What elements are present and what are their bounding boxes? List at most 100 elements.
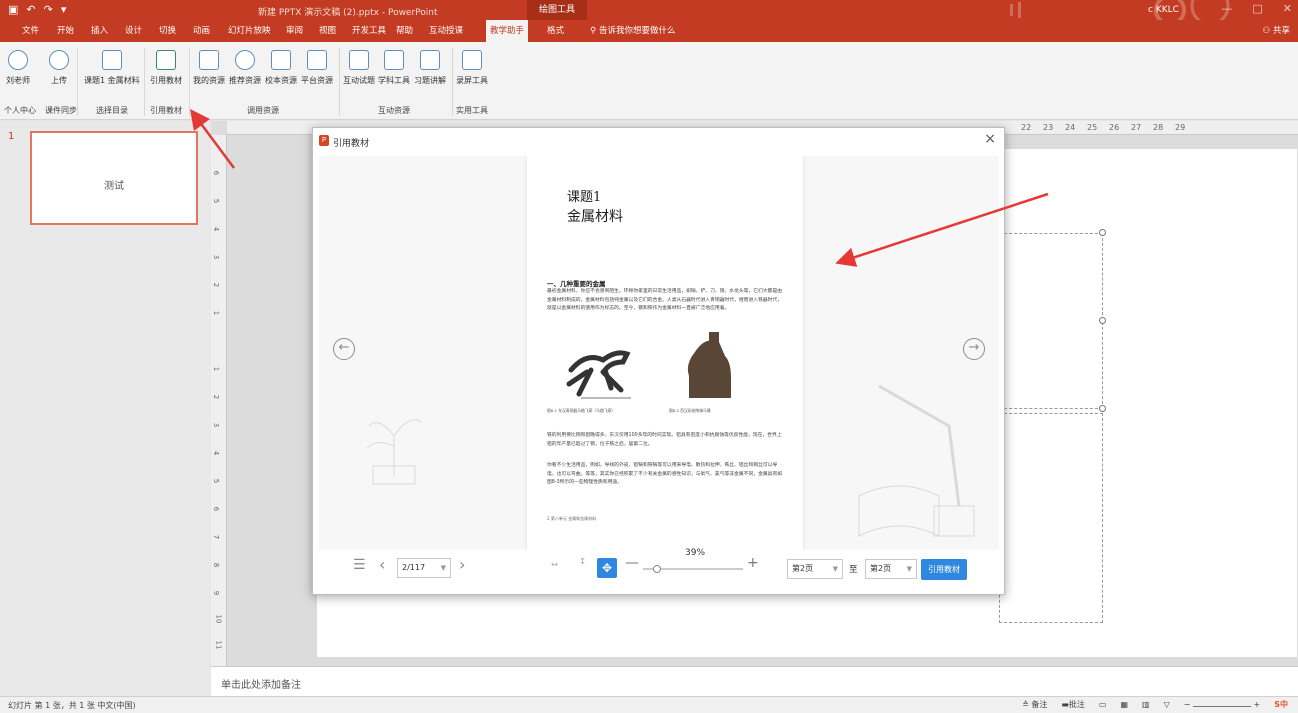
ruler-label: 4 [212,226,221,232]
tab-help[interactable]: 帮助 [392,20,417,42]
redo-icon[interactable]: ↷ [44,3,53,16]
range-from-select[interactable]: 第2页 ▼ [787,559,843,579]
tab-view[interactable]: 视图 [315,20,340,42]
tab-slideshow[interactable]: 幻灯片放映 [224,20,275,42]
range-from-value: 第2页 [792,564,814,573]
screen-record-button[interactable]: 录屏工具 [456,50,488,86]
slideshow-view-icon[interactable]: ▽ [1164,700,1170,709]
upload-button[interactable]: 上传 [49,50,69,86]
close-window-icon[interactable]: ✕ [1283,2,1292,15]
title-placeholder[interactable] [999,233,1103,409]
zoom-out-icon[interactable]: — [625,555,639,571]
figure-caption-2: 图8-2 西汉彩绘陶骑马俑 [669,408,711,413]
subject-tools-button[interactable]: 学科工具 [378,50,410,86]
tab-format[interactable]: 格式 [543,20,568,42]
sorter-view-icon[interactable]: ▦ [1120,700,1128,709]
platform-resources-button[interactable]: 平台资源 [301,50,333,86]
fit-width-icon[interactable]: ↔ [551,560,558,570]
quick-access-toolbar: ▣ ↶ ↷ ▾ [8,3,66,16]
status-right: ≙ 备注 ▬批注 ▭ ▦ ▥ ▽ − + S中 [1022,699,1288,710]
tab-design[interactable]: 设计 [121,20,146,42]
my-resources-button[interactable]: 我的资源 [193,50,225,86]
reading-view-icon[interactable]: ▥ [1142,700,1150,709]
select-catalog-button[interactable]: 课题1 金属材料 [84,50,140,86]
notes-toggle[interactable]: ≙ 备注 [1022,699,1047,710]
group-interactive-resources: 互动资源 [378,106,410,115]
cite-textbook-button[interactable]: 引用教材 [921,559,967,580]
dialog-toolbar: ☰ ‹ 2/117 ▼ › ↔ ↕ ✥ — 39% + 第2页 ▼ 至 第2页 ▼ 引… [313,548,1004,596]
exercise-label: 习题讲解 [414,76,446,85]
ruler-label: 1 [212,366,221,372]
content-placeholder[interactable] [999,413,1103,623]
cite-textbook-ribbon-button[interactable]: 引用教材 [150,50,182,86]
undo-icon[interactable]: ↶ [26,3,35,16]
previous-page-icon[interactable]: ← [333,338,355,360]
recommended-resources-button[interactable]: 推荐资源 [229,50,261,86]
customize-icon[interactable]: ▾ [61,3,67,16]
slide-thumbnail[interactable]: 测试 [30,131,198,225]
group-personal-center: 个人中心 [4,106,36,115]
teacher-button[interactable]: 刘老师 [6,50,30,86]
tab-transitions[interactable]: 切换 [155,20,180,42]
zoom-in-icon[interactable]: + [747,555,759,571]
catalog-label: 课题1 金属材料 [84,76,140,85]
titlebar-decoration [1010,0,1230,20]
notes-toggle-label: 备注 [1031,700,1048,709]
user-account[interactable]: c KKLC [1148,5,1179,15]
tab-interactive[interactable]: 互动授课 [425,20,467,42]
zoom-percent: 39% [685,548,706,558]
group-cite-textbook: 引用教材 [150,106,182,115]
fit-page-icon[interactable]: ✥ [597,558,617,578]
maximize-icon[interactable]: □ [1252,2,1262,15]
close-icon[interactable]: × [984,131,996,147]
status-bar: 幻灯片 第 1 张，共 1 张 中文(中国) ≙ 备注 ▬批注 ▭ ▦ ▥ ▽ … [0,696,1298,713]
exercise-explanation-button[interactable]: 习题讲解 [414,50,446,86]
catalog-icon [101,50,122,70]
fit-height-icon[interactable]: ↕ [579,557,586,567]
interactive-questions-button[interactable]: 互动试题 [343,50,375,86]
resize-handle[interactable] [1099,405,1106,412]
next-page-icon[interactable]: → [963,338,985,360]
page-title-line2: 金属材料 [567,209,623,225]
save-icon[interactable]: ▣ [8,3,18,16]
group-courseware-sync: 课件同步 [45,106,77,115]
range-to-select[interactable]: 第2页 ▼ [865,559,917,579]
tab-developer[interactable]: 开发工具 [348,20,390,42]
ruler-label: 27 [1131,123,1142,132]
resize-handle[interactable] [1099,317,1106,324]
ruler-label: 29 [1175,123,1186,132]
group-call-resources: 调用资源 [247,106,279,115]
section-heading: 一、几种重要的金属 [547,280,606,288]
minimize-icon[interactable]: — [1221,2,1232,15]
tab-file[interactable]: 文件 [18,20,43,42]
tab-review[interactable]: 审阅 [282,20,307,42]
group-practical-tools: 实用工具 [456,106,488,115]
zoom-track [1192,706,1251,707]
normal-view-icon[interactable]: ▭ [1099,700,1107,709]
next-page-chevron-icon[interactable]: › [459,555,465,574]
notes-pane[interactable]: 单击此处添加备注 [211,666,1298,696]
tab-insert[interactable]: 插入 [87,20,112,42]
school-resources-button[interactable]: 校本资源 [265,50,297,86]
separator [452,48,453,116]
prev-page-chevron-icon[interactable]: ‹ [379,555,385,574]
ruler-label: 5 [212,478,221,484]
table-of-contents-icon[interactable]: ☰ [353,557,366,573]
zoom-slider-track[interactable] [643,564,743,574]
tab-teaching-assistant[interactable]: 教学助手 [486,20,529,42]
ruler-label: 3 [212,254,221,260]
tell-me-search[interactable]: ⚲ 告诉我你想要做什么 [590,20,675,42]
tab-animations[interactable]: 动画 [189,20,214,42]
comments-toggle[interactable]: ▬批注 [1061,699,1085,710]
tab-home[interactable]: 开始 [53,20,78,42]
zoom-slider[interactable]: − + [1184,700,1261,709]
dialog-titlebar: P 引用教材 × [313,128,1004,154]
platform-icon [307,50,327,70]
ruler-label: 11 [214,640,223,650]
resize-handle[interactable] [1099,229,1106,236]
ime-indicator[interactable]: S中 [1274,699,1288,710]
share-button[interactable]: ⚇ 共享 [1263,20,1290,42]
cloud-upload-icon [49,50,69,70]
page-selector[interactable]: 2/117 ▼ [397,558,451,578]
ribbon-tabs: 文件 开始 插入 设计 切换 动画 幻灯片放映 审阅 视图 开发工具 帮助 互动… [0,20,1298,42]
